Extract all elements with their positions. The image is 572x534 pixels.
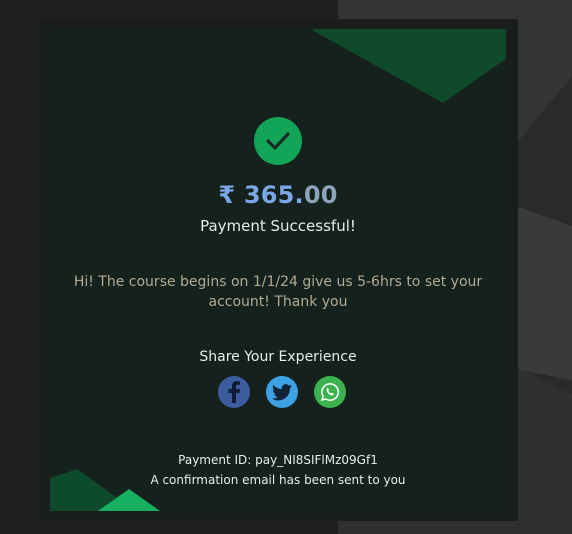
payment-id: Payment ID: pay_NI8SIFlMz09Gf1 [178,453,378,467]
twitter-share-button[interactable] [266,376,298,408]
course-message: Hi! The course begins on 1/1/24 give us … [73,274,483,310]
payment-status: Payment Successful! [200,217,356,235]
confirmation-text: A confirmation email has been sent to yo… [150,473,406,487]
checkmark-icon [254,117,302,165]
whatsapp-icon [320,383,339,402]
amount-whole: 365. [243,181,304,209]
payment-success-card: ₹ 365.00 Payment Successful! Hi! The cou… [50,29,506,511]
decorative-triangle-top [310,29,506,103]
facebook-icon [228,381,240,403]
whatsapp-share-button[interactable] [314,376,346,408]
amount-decimal: 00 [303,181,338,209]
currency-symbol: ₹ [218,181,236,209]
twitter-icon [272,383,292,400]
share-title: Share Your Experience [199,349,357,365]
facebook-share-button[interactable] [218,376,250,408]
payment-amount: ₹ 365.00 [50,181,506,209]
